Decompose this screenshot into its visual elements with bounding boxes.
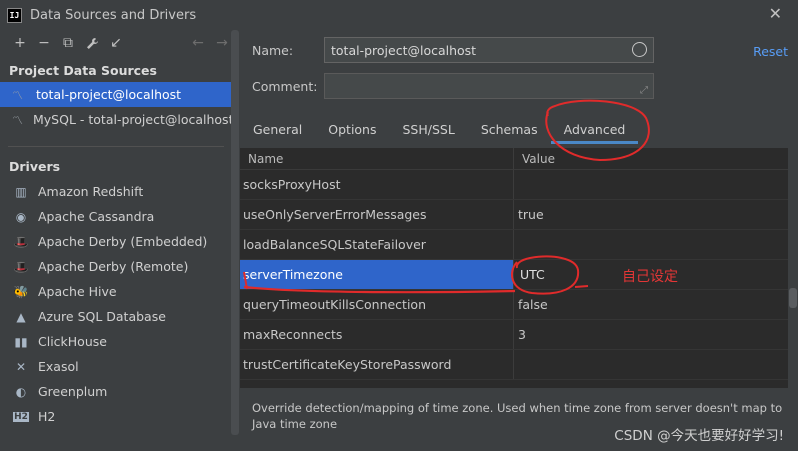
property-value[interactable]: false	[514, 290, 788, 319]
divider	[8, 146, 224, 147]
wrench-icon[interactable]	[80, 32, 104, 54]
greenplum-icon: ◐	[15, 384, 27, 399]
advanced-properties-table: Name Value socksProxyHost useOnlyServerE…	[240, 148, 788, 388]
property-name: socksProxyHost	[240, 170, 514, 199]
driver-item-clickhouse[interactable]: ▮▮ ClickHouse	[0, 329, 240, 354]
add-icon[interactable]: +	[8, 32, 32, 54]
property-name: queryTimeoutKillsConnection	[240, 290, 514, 319]
table-scrollbar[interactable]	[789, 288, 797, 308]
table-header: Name Value	[240, 148, 788, 170]
driver-item-greenplum[interactable]: ◐ Greenplum	[0, 379, 240, 404]
comment-label: Comment:	[252, 78, 318, 94]
sidebar-scrollbar[interactable]	[231, 30, 239, 435]
table-row[interactable]: queryTimeoutKillsConnection false	[240, 290, 788, 320]
property-value[interactable]	[514, 350, 788, 379]
comment-input[interactable]: ⤢	[324, 73, 654, 99]
driver-label: Apache Cassandra	[38, 209, 155, 224]
property-name: serverTimezone	[240, 260, 514, 289]
driver-item-azure-sql[interactable]: ▲ Azure SQL Database	[0, 304, 240, 329]
property-value[interactable]	[514, 230, 788, 259]
drivers-list: ▥ Amazon Redshift ◉ Apache Cassandra 🎩 Apac…	[0, 179, 240, 429]
datasource-item-mysql[interactable]: 〽 MySQL - total-project@localhost	[0, 107, 234, 132]
property-value[interactable]: true	[514, 200, 788, 229]
cassandra-icon: ◉	[15, 209, 27, 224]
column-header-value[interactable]: Value	[514, 148, 555, 169]
driver-item-h2[interactable]: H2 H2	[0, 404, 240, 429]
driver-item-apache-derby-remote[interactable]: 🎩 Apache Derby (Remote)	[0, 254, 240, 279]
title-bar: IJ Data Sources and Drivers ✕	[0, 0, 798, 30]
datasource-item-total-project[interactable]: 〽 total-project@localhost	[0, 82, 232, 107]
driver-label: Azure SQL Database	[38, 309, 166, 324]
driver-label: ClickHouse	[38, 334, 107, 349]
name-label: Name:	[252, 42, 294, 58]
property-name: trustCertificateKeyStorePassword	[240, 350, 514, 379]
driver-item-apache-hive[interactable]: 🐝 Apache Hive	[0, 279, 240, 304]
property-value[interactable]: 3	[514, 320, 788, 349]
driver-item-amazon-redshift[interactable]: ▥ Amazon Redshift	[0, 179, 240, 204]
driver-label: H2	[38, 409, 56, 424]
table-row-selected[interactable]: serverTimezone UTC	[240, 260, 788, 290]
project-data-sources-heading: Project Data Sources	[9, 63, 157, 78]
table-row[interactable]: loadBalanceSQLStateFailover	[240, 230, 788, 260]
property-name: maxReconnects	[240, 320, 514, 349]
driver-item-apache-derby-embedded[interactable]: 🎩 Apache Derby (Embedded)	[0, 229, 240, 254]
import-icon[interactable]: ↙	[104, 32, 128, 54]
azure-icon: ▲	[16, 309, 26, 324]
driver-label: Apache Derby (Remote)	[38, 259, 189, 274]
driver-item-apache-cassandra[interactable]: ◉ Apache Cassandra	[0, 204, 240, 229]
property-name: useOnlyServerErrorMessages	[240, 200, 514, 229]
table-row[interactable]: socksProxyHost	[240, 170, 788, 200]
derby-icon: 🎩	[13, 234, 29, 249]
exasol-icon: ✕	[15, 359, 27, 374]
watermark: CSDN @今天也要好好学习!	[614, 428, 784, 444]
tab-bar: General Options SSH/SSL Schemas Advanced	[240, 114, 639, 144]
tab-general[interactable]: General	[240, 114, 315, 144]
value-input[interactable]: UTC	[518, 263, 578, 287]
table-row[interactable]: maxReconnects 3	[240, 320, 788, 350]
column-header-name[interactable]: Name	[240, 148, 514, 169]
right-panel: Name: total-project@localhost Reset Comm…	[240, 30, 798, 451]
datasource-label: MySQL - total-project@localhost	[33, 112, 234, 127]
derby-icon: 🎩	[13, 259, 29, 274]
remove-icon[interactable]: −	[32, 32, 56, 54]
close-button[interactable]: ✕	[769, 6, 782, 22]
comment-row: Comment: ⤢	[240, 73, 654, 99]
color-circle-icon[interactable]	[632, 42, 647, 57]
left-panel: + − ⧉ ↙ ← → Project Data Sources 〽 total…	[0, 30, 240, 451]
table-row[interactable]: useOnlyServerErrorMessages true	[240, 200, 788, 230]
datasource-icon: 〽	[12, 88, 23, 102]
driver-label: Greenplum	[38, 384, 108, 399]
driver-label: Amazon Redshift	[38, 184, 144, 199]
h2-icon: H2	[13, 411, 29, 422]
driver-label: Exasol	[38, 359, 79, 374]
driver-label: Apache Derby (Embedded)	[38, 234, 208, 249]
hive-icon: 🐝	[13, 284, 29, 299]
tab-schemas[interactable]: Schemas	[468, 114, 551, 144]
redshift-icon: ▥	[15, 184, 27, 199]
expand-icon[interactable]: ⤢	[640, 85, 648, 96]
property-name: loadBalanceSQLStateFailover	[240, 230, 514, 259]
reset-link[interactable]: Reset	[753, 44, 788, 59]
tab-ssh-ssl[interactable]: SSH/SSL	[390, 114, 468, 144]
driver-label: Apache Hive	[38, 284, 117, 299]
sidebar-toolbar: + − ⧉ ↙ ← →	[0, 30, 240, 56]
property-value[interactable]	[514, 170, 788, 199]
copy-icon[interactable]: ⧉	[56, 32, 80, 54]
tab-options[interactable]: Options	[315, 114, 389, 144]
table-row[interactable]: trustCertificateKeyStorePassword	[240, 350, 788, 380]
datasource-label: total-project@localhost	[36, 87, 182, 102]
intellij-logo-icon: IJ	[7, 7, 22, 23]
back-arrow-icon[interactable]: ←	[186, 32, 210, 54]
name-input[interactable]: total-project@localhost	[324, 37, 654, 63]
window-title: Data Sources and Drivers	[30, 7, 197, 23]
annotation-note: 自己设定	[622, 269, 678, 285]
tab-advanced[interactable]: Advanced	[550, 114, 639, 144]
clickhouse-icon: ▮▮	[14, 334, 28, 349]
driver-item-exasol[interactable]: ✕ Exasol	[0, 354, 240, 379]
name-row: Name: total-project@localhost	[240, 37, 654, 63]
datasource-icon: 〽	[12, 113, 23, 127]
drivers-heading: Drivers	[9, 159, 61, 174]
name-value: total-project@localhost	[331, 42, 477, 58]
